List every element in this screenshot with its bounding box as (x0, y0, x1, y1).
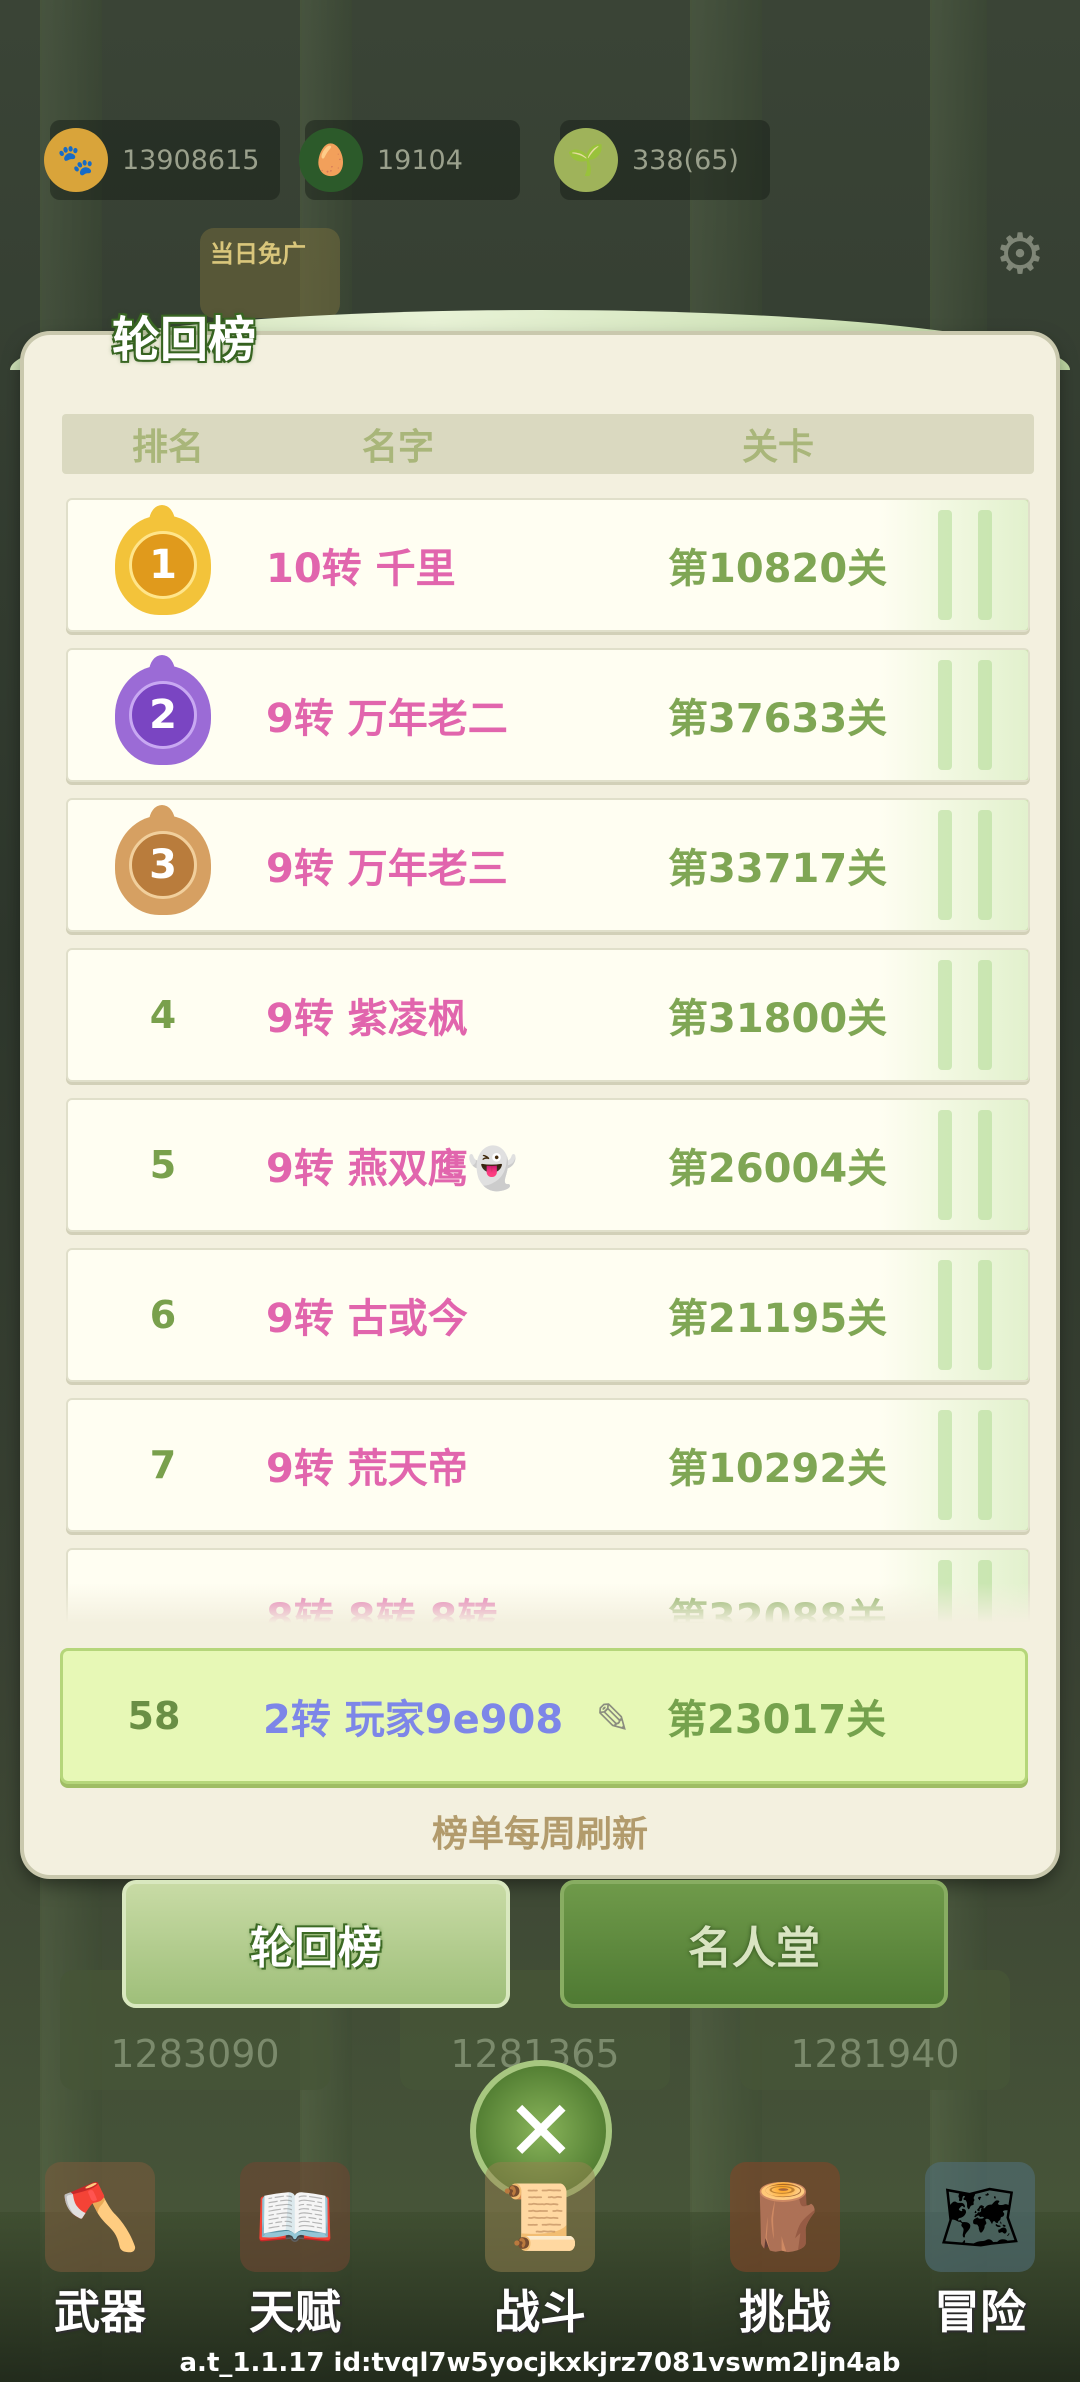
resource-coins-value: 13908615 (122, 144, 260, 176)
bamboo-row-decoration (878, 1100, 1028, 1230)
my-player-name: 2转 玩家9e908 (263, 1697, 564, 1743)
nav-label: 冒险 (934, 2285, 1026, 2339)
nav-label: 天赋 (249, 2285, 341, 2339)
bamboo-shoot-icon: 🌱 (554, 128, 618, 192)
nav-battle[interactable]: 📜 战斗 (450, 2162, 630, 2342)
rank-cell: 3 (108, 800, 218, 930)
resource-eggs: 🥚 19104 (299, 120, 520, 200)
bamboo-row-decoration (878, 1400, 1028, 1530)
rank-number: 7 (149, 1443, 177, 1487)
player-name: 9转 紫凌枫 (266, 996, 468, 1042)
book-icon: 📖 (240, 2162, 350, 2272)
player-name: 9转 燕双鹰👻 (266, 1146, 518, 1192)
tab-hall-of-fame[interactable]: 名人堂 (560, 1880, 948, 2008)
gold-medal-icon: 1 (115, 505, 211, 615)
resource-coins: 🐾 13908615 (44, 120, 280, 200)
my-rank-row[interactable]: 58 2转 玩家9e908 ✎ 第23017关 (60, 1648, 1028, 1784)
background-card-value: 1283090 (110, 2032, 280, 2076)
player-name: 9转 万年老二 (266, 696, 508, 742)
rank-number: 2 (129, 681, 197, 749)
player-stage: 第37633关 (668, 696, 888, 742)
version-footer: a.t_1.1.17 id:tvql7w5yocjkxkjrz7081vswm2… (179, 2348, 901, 2378)
background-card-value: 1281940 (790, 2032, 960, 2076)
map-icon: 🗺 (925, 2162, 1035, 2272)
player-name: 9转 荒天帝 (266, 1446, 468, 1492)
table-row[interactable]: 5 9转 燕双鹰👻 第26004关 (66, 1098, 1030, 1232)
resource-shoots: 🌱 338(65) (554, 120, 770, 200)
wooden-dummy-icon: 🪵 (730, 2162, 840, 2272)
axe-icon: 🪓 (45, 2162, 155, 2272)
tab-reincarnation[interactable]: 轮回榜 (122, 1880, 510, 2008)
rank-number: 4 (149, 993, 177, 1037)
table-row[interactable]: 1 10转 千里 第10820关 (66, 498, 1030, 632)
rank-cell: 1 (108, 500, 218, 630)
edit-pencil-icon[interactable]: ✎ (585, 1691, 641, 1747)
header-rank: 排名 (132, 427, 205, 468)
nav-label: 挑战 (739, 2285, 831, 2339)
rank-number: 1 (129, 531, 197, 599)
player-name: 9转 万年老三 (266, 846, 508, 892)
resource-eggs-value: 19104 (377, 144, 463, 176)
bronze-medal-icon: 3 (115, 805, 211, 915)
my-player-stage: 第23017关 (667, 1697, 887, 1743)
table-row[interactable]: 4 9转 紫凌枫 第31800关 (66, 948, 1030, 1082)
rank-number: 5 (149, 1143, 177, 1187)
rank-cell: 2 (108, 650, 218, 780)
player-stage: 第10292关 (668, 1446, 888, 1492)
player-name: 9转 古或今 (266, 1296, 468, 1342)
rank-number: 6 (149, 1293, 177, 1337)
bamboo-row-decoration (878, 1250, 1028, 1380)
settings-gear-icon[interactable]: ⚙ (990, 225, 1050, 285)
leaderboard-list[interactable]: 1 10转 千里 第10820关 2 9转 万年老二 第37633关 3 9转 … (62, 498, 1034, 1623)
rank-number: 3 (129, 831, 197, 899)
nav-label: 战斗 (494, 2285, 586, 2339)
bamboo-row-decoration (878, 500, 1028, 630)
panel-title: 轮回榜 (112, 312, 257, 368)
player-stage: 第33717关 (668, 846, 888, 892)
nav-weapon[interactable]: 🪓 武器 (10, 2162, 190, 2342)
header-name: 名字 (362, 427, 435, 468)
bamboo-row-decoration (878, 800, 1028, 930)
table-row[interactable]: 2 9转 万年老二 第37633关 (66, 648, 1030, 782)
table-header: 排名 名字 关卡 (62, 414, 1034, 474)
table-row[interactable]: 3 9转 万年老三 第33717关 (66, 798, 1030, 932)
scroll-icon: 📜 (485, 2162, 595, 2272)
player-stage: 第21195关 (668, 1296, 888, 1342)
nav-adventure[interactable]: 🗺 冒险 (890, 2162, 1070, 2342)
resource-shoots-value: 338(65) (632, 144, 739, 176)
player-stage: 第31800关 (668, 996, 888, 1042)
player-name: 10转 千里 (266, 546, 456, 592)
nav-label: 武器 (54, 2285, 146, 2339)
nav-challenge[interactable]: 🪵 挑战 (695, 2162, 875, 2342)
purple-medal-icon: 2 (115, 655, 211, 765)
player-stage: 第26004关 (668, 1146, 888, 1192)
bamboo-row-decoration (878, 950, 1028, 1080)
header-stage: 关卡 (742, 427, 815, 468)
list-fade (62, 1583, 1034, 1623)
paw-coin-icon: 🐾 (44, 128, 108, 192)
table-row[interactable]: 6 9转 古或今 第21195关 (66, 1248, 1030, 1382)
green-egg-icon: 🥚 (299, 128, 363, 192)
refresh-notice: 榜单每周刷新 (431, 1814, 648, 1855)
player-stage: 第10820关 (668, 546, 888, 592)
nav-talent[interactable]: 📖 天赋 (205, 2162, 385, 2342)
my-rank-number: 58 (127, 1694, 181, 1738)
table-row[interactable]: 7 9转 荒天帝 第10292关 (66, 1398, 1030, 1532)
free-ad-label: 当日免广 (210, 240, 306, 268)
bamboo-row-decoration (878, 650, 1028, 780)
